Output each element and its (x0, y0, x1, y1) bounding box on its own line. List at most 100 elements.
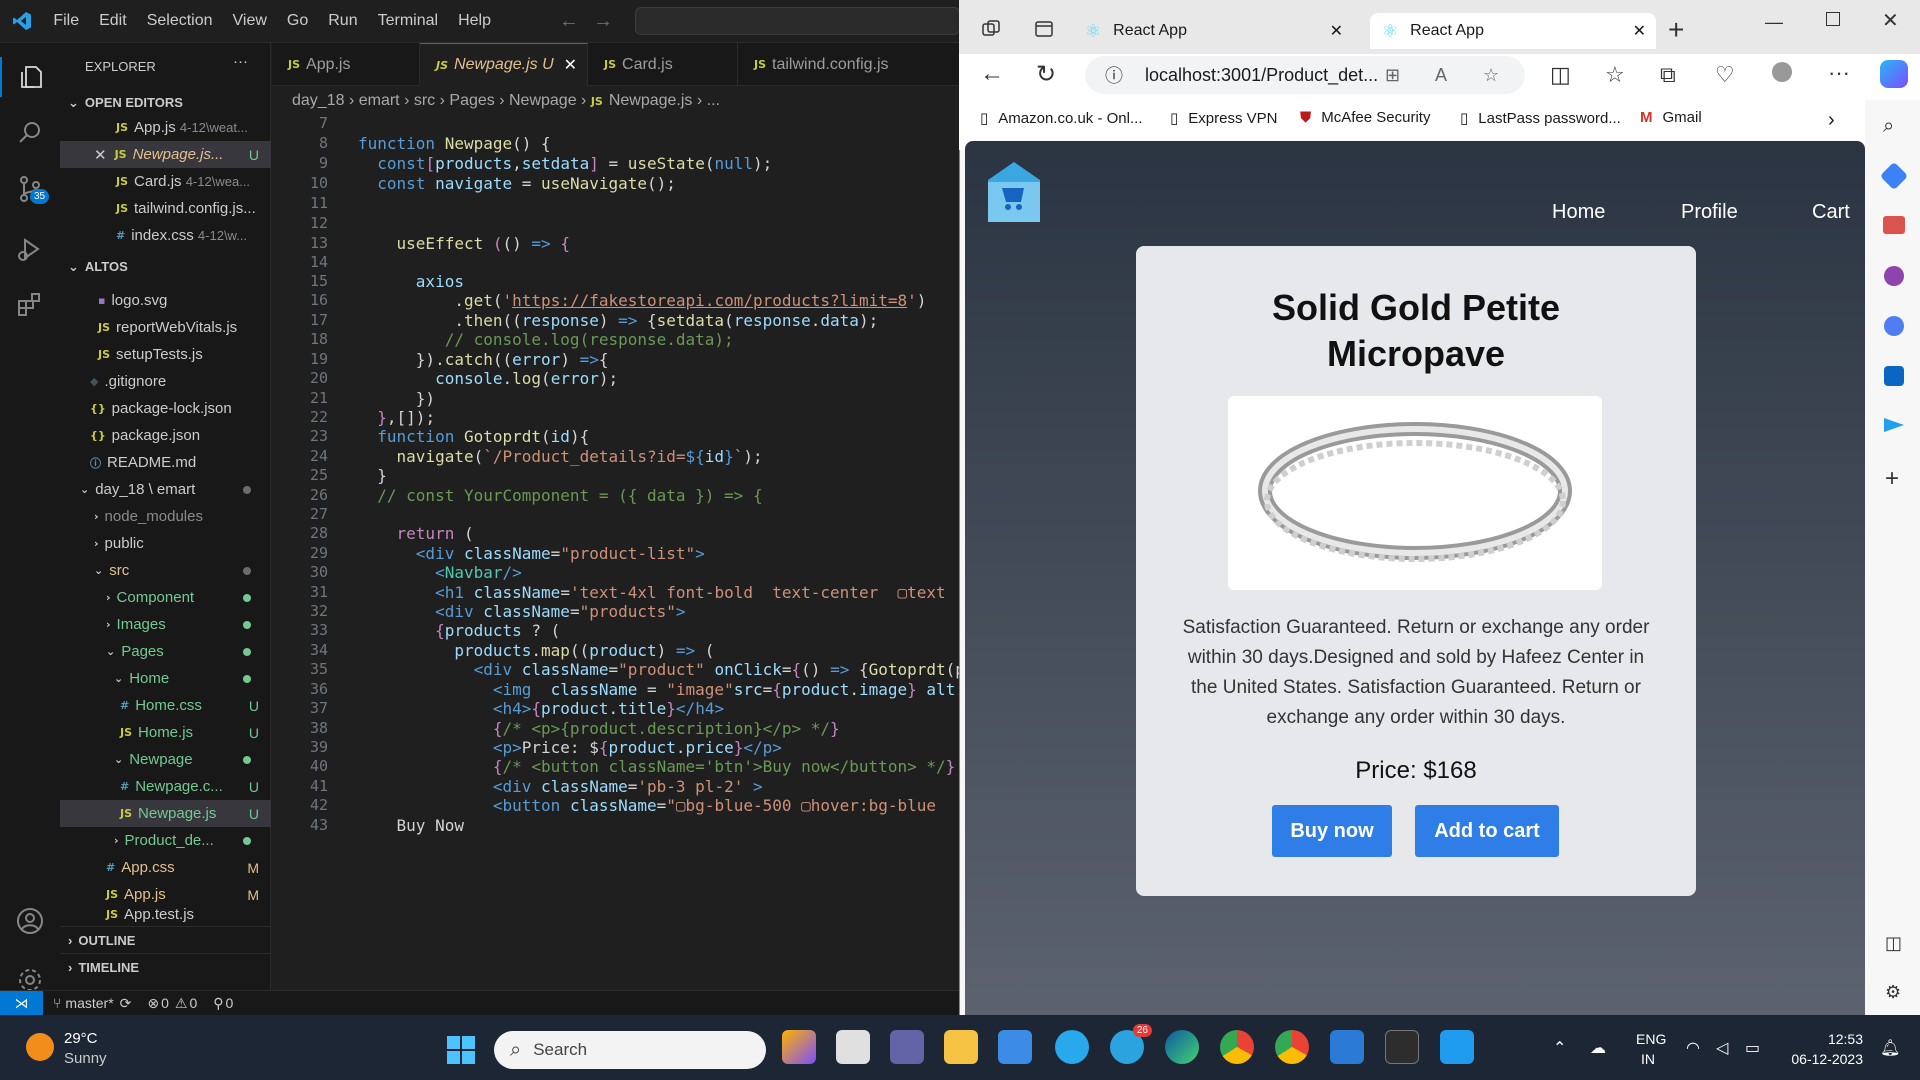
explorer-more-icon[interactable]: ··· (233, 53, 248, 70)
apps-icon[interactable]: ⊞ (1385, 65, 1400, 86)
breadcrumb-item[interactable]: Pages (449, 92, 494, 110)
menu-go[interactable]: Go (277, 12, 318, 30)
start-windows-icon[interactable] (446, 1035, 476, 1065)
open-editors-header[interactable]: ⌄ OPEN EDITORS (60, 89, 271, 116)
browser-essentials-icon[interactable]: ♡ (1715, 62, 1735, 88)
source-control-icon[interactable]: 35 (10, 169, 50, 209)
tray-onedrive-icon[interactable]: ☁ (1590, 1038, 1606, 1058)
breadcrumb-item[interactable]: Newpage.js (609, 92, 693, 110)
bookmark-expressvpn[interactable]: ▯ Express VPN (1170, 109, 1277, 128)
search-icon[interactable] (10, 113, 50, 153)
open-editor-item[interactable]: JS tailwind.config.js... (60, 195, 271, 222)
folder-src[interactable]: ⌄ src (60, 557, 271, 584)
telegram-icon[interactable]: 26 (1110, 1024, 1152, 1064)
buy-now-button[interactable]: Buy now (1272, 805, 1392, 857)
folder-product-details[interactable]: › Product_de... (60, 827, 271, 854)
tab-app-js[interactable]: JS App.js (272, 43, 420, 86)
menu-view[interactable]: View (223, 12, 277, 30)
menu-terminal[interactable]: Terminal (368, 12, 448, 30)
sidebar-games-icon[interactable] (1884, 266, 1904, 286)
chrome-icon[interactable] (1220, 1030, 1254, 1064)
refresh-icon[interactable]: ↻ (1036, 60, 1056, 89)
folder-day18-emart[interactable]: ⌄ day_18 \ emart (60, 476, 271, 503)
bookmarks-more-icon[interactable]: › (1828, 109, 1835, 132)
minimize-icon[interactable]: — (1765, 12, 1783, 33)
favorites-icon[interactable]: ☆ (1605, 62, 1625, 88)
task-view-icon[interactable] (836, 1030, 870, 1064)
file-gitignore[interactable]: ◆ .gitignore (60, 368, 271, 395)
weather-sun-icon[interactable] (26, 1033, 54, 1061)
browser-tab-active[interactable]: ⚛ React App ✕ (1370, 13, 1656, 49)
browser-tab[interactable]: ⚛ React App ✕ (1073, 13, 1353, 49)
folder-public[interactable]: › public (60, 530, 271, 557)
sidebar-toggle-icon[interactable]: ◫ (1885, 933, 1902, 954)
input-language[interactable]: ENG (1636, 1031, 1666, 1047)
sidebar-tools-icon[interactable] (1883, 216, 1905, 234)
clock-date[interactable]: 06-12-2023 (1778, 1051, 1863, 1067)
file-readme[interactable]: ⓘ README.md (60, 449, 271, 476)
window-close-icon[interactable]: ✕ (1882, 8, 1899, 33)
back-icon[interactable]: ← (980, 60, 1004, 88)
project-header[interactable]: ⌄ ALTOS (60, 253, 271, 280)
collections-icon[interactable]: ⧉ (1660, 62, 1676, 88)
file-home-js[interactable]: JS Home.js U (60, 719, 271, 746)
command-center-search[interactable] (634, 7, 960, 35)
branch-name[interactable]: master* (65, 995, 113, 1011)
site-info-icon[interactable]: ⓘ (1105, 62, 1123, 88)
tab-close-icon[interactable]: ✕ (1633, 21, 1646, 41)
sync-icon[interactable]: ⟳ (120, 995, 132, 1012)
nav-back-forward-icons[interactable]: ←→ (559, 10, 627, 33)
vscode-taskbar-icon[interactable] (1440, 1030, 1474, 1064)
tab-close-icon[interactable]: ✕ (564, 55, 577, 75)
run-debug-icon[interactable] (10, 229, 50, 269)
outline-header[interactable]: › OUTLINE (60, 926, 271, 953)
file-newpage-js[interactable]: JS Newpage.js U (60, 800, 271, 827)
snipping-tool-icon[interactable] (1330, 1030, 1364, 1064)
file-package-json[interactable]: {} package.json (60, 422, 271, 449)
file-home-css[interactable]: # Home.css U (60, 692, 271, 719)
folder-home[interactable]: ⌄ Home (60, 665, 271, 692)
file-app-css[interactable]: # App.css M (60, 854, 271, 881)
url-text[interactable]: localhost:3001/Product_det... (1145, 65, 1378, 86)
breadcrumb-item[interactable]: day_18 (292, 92, 345, 110)
timeline-header[interactable]: › TIMELINE (60, 953, 271, 980)
new-tab-button[interactable]: + (1668, 14, 1684, 46)
edge-icon[interactable] (1165, 1030, 1199, 1064)
tab-close-icon[interactable]: ✕ (1330, 21, 1343, 41)
error-icon[interactable]: ⊗ (147, 995, 159, 1012)
favorite-star-icon[interactable]: ☆ (1483, 65, 1499, 86)
menu-edit[interactable]: Edit (89, 12, 137, 30)
wifi-icon[interactable]: ◠ (1686, 1038, 1700, 1058)
microsoft-store-icon[interactable] (998, 1030, 1032, 1064)
profile-avatar-icon[interactable] (1772, 62, 1792, 82)
tab-newpage-js[interactable]: JS Newpage.js U ✕ (420, 43, 588, 86)
maximize-icon[interactable] (1826, 12, 1840, 26)
workspaces-icon[interactable] (980, 18, 1004, 42)
menu-selection[interactable]: Selection (137, 12, 223, 30)
folder-node-modules[interactable]: › node_modules (60, 503, 271, 530)
menu-run[interactable]: Run (318, 12, 367, 30)
menu-file[interactable]: File (43, 12, 89, 30)
open-editor-item[interactable]: # index.css 4-12\w... (60, 222, 271, 249)
folder-pages[interactable]: ⌄ Pages (60, 638, 271, 665)
widgets-icon[interactable] (782, 1030, 816, 1064)
folder-component[interactable]: › Component (60, 584, 271, 611)
bookmark-amazon[interactable]: ▯ Amazon.co.uk - Onl... (980, 109, 1143, 128)
taskbar-search[interactable]: ⌕ Search (494, 1031, 766, 1069)
nav-home-link[interactable]: Home (1552, 201, 1605, 224)
clock-time[interactable]: 12:53 (1803, 1031, 1863, 1047)
address-bar[interactable]: ⓘ localhost:3001/Product_det... ⊞ A ☆ (1085, 56, 1525, 94)
split-screen-icon[interactable]: ◫ (1550, 62, 1571, 88)
weather-temp[interactable]: 29°C (64, 1030, 98, 1047)
file-app-js[interactable]: JS App.js M (60, 881, 271, 908)
sidebar-outlook-icon[interactable] (1884, 366, 1904, 386)
open-editor-item-active[interactable]: ✕ JS Newpage.js... U (60, 141, 271, 168)
sidebar-m365-icon[interactable] (1884, 316, 1904, 336)
more-menu-icon[interactable]: ··· (1828, 60, 1850, 86)
bookmark-lastpass[interactable]: ▯ LastPass password... (1460, 109, 1621, 128)
tab-tailwind-config[interactable]: JS tailwind.config.js (738, 43, 938, 86)
weather-condition[interactable]: Sunny (64, 1050, 107, 1067)
explorer-icon[interactable] (0, 57, 60, 97)
teams-meet-icon[interactable] (890, 1030, 924, 1064)
file-newpage-css[interactable]: # Newpage.c... U (60, 773, 271, 800)
